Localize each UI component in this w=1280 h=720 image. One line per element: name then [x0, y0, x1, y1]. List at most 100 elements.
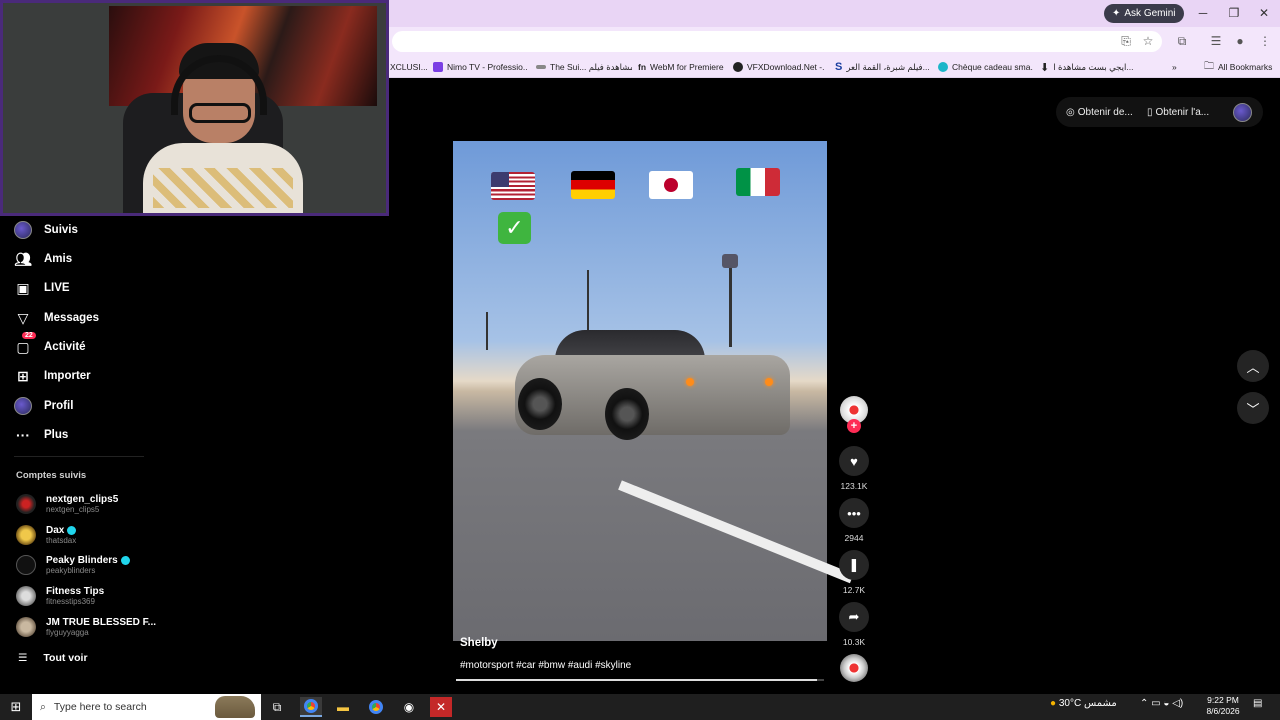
avatar	[16, 525, 36, 545]
account-name: Fitness Tips	[46, 586, 105, 597]
get-coins-label: Obtenir de...	[1077, 106, 1133, 118]
coin-icon: ◎	[1066, 106, 1075, 118]
get-app-button[interactable]: ▯ Obtenir l'a...	[1147, 105, 1209, 119]
followed-account[interactable]: nextgen_clips5 nextgen_clips5	[16, 491, 118, 517]
reading-list-icon[interactable]: ☰	[1208, 33, 1224, 49]
s-logo-icon: S	[835, 61, 843, 73]
bookmark-icon: ❚	[848, 557, 860, 572]
list-icon: ☰	[18, 652, 28, 664]
sidebar-item-activite[interactable]: ▢ 22 Activité	[14, 332, 86, 357]
bookmark-item[interactable]: ⬇ ايجي بست مشاهدة ا...	[1040, 60, 1135, 74]
followed-account[interactable]: Peaky Blinders peakyblinders	[16, 552, 130, 578]
bookmark-label: The Sui... مشاهدة فيلم	[550, 61, 632, 72]
activity-icon: ▢ 22	[14, 332, 36, 356]
previous-video-button[interactable]: ︿	[1237, 350, 1269, 382]
usa-flag-icon	[491, 172, 535, 200]
car-headlight	[765, 378, 773, 386]
taskbar-clock[interactable]: 9:22 PM 8/6/2026	[1200, 695, 1246, 717]
folder-icon: 🗀	[1204, 60, 1214, 72]
bookmark-item[interactable]: XCLUSI...	[390, 60, 430, 74]
follow-plus-icon[interactable]: +	[847, 419, 861, 433]
see-all-label: Tout voir	[43, 652, 88, 664]
comment-button[interactable]: •••	[839, 498, 869, 528]
bookmark-star-icon[interactable]: ☆	[1140, 33, 1156, 49]
followed-account[interactable]: Fitness Tips fitnesstips369	[16, 583, 104, 609]
glasses	[189, 103, 251, 123]
restore-icon[interactable]: ❐	[1226, 6, 1242, 20]
like-button[interactable]: ♥	[839, 446, 869, 476]
avatar	[16, 494, 36, 514]
all-bookmarks[interactable]: 🗀 All Bookmarks	[1204, 60, 1274, 74]
close-window-icon[interactable]: ✕	[1256, 6, 1272, 20]
minimize-icon[interactable]: ─	[1195, 6, 1211, 20]
fn-icon: fn	[638, 62, 647, 72]
browser-menu-icon[interactable]: ⋮	[1257, 33, 1273, 49]
site-icon	[536, 65, 546, 69]
avatar	[16, 555, 36, 575]
car-wheel	[605, 388, 649, 440]
account-handle: thatsdax	[46, 536, 77, 545]
sidebar-item-label: Importer	[44, 370, 91, 382]
more-bookmarks-icon[interactable]: »	[1172, 60, 1184, 74]
bookmark-item[interactable]: Chèque cadeau sma...	[938, 60, 1033, 74]
video-progress-bar[interactable]	[456, 679, 824, 681]
notification-icon[interactable]: ▤	[1253, 698, 1262, 709]
weather-widget[interactable]: ● 30°C مشمس	[1050, 698, 1117, 709]
sidebar-item-live[interactable]: ▣ LIVE	[14, 278, 70, 298]
chrome-app-icon[interactable]	[365, 697, 387, 717]
share-button[interactable]: ➦	[839, 602, 869, 632]
all-bookmarks-label: All Bookmarks	[1218, 62, 1273, 72]
address-bar[interactable]	[392, 31, 1162, 52]
sidebar-item-label: LIVE	[44, 282, 70, 294]
sidebar-item-plus[interactable]: ··· Plus	[14, 425, 68, 445]
save-count: 12.7K	[842, 585, 866, 595]
followed-account[interactable]: Dax thatsdax	[16, 522, 77, 548]
install-app-icon[interactable]: ⎘	[1118, 33, 1134, 49]
bookmark-item[interactable]: VFXDownload.Net -...	[733, 60, 825, 74]
browser-profile-icon[interactable]: ●	[1232, 33, 1248, 49]
get-coins-button[interactable]: ◎ Obtenir de...	[1066, 105, 1133, 119]
taskbar-search-input[interactable]	[53, 701, 204, 713]
bookmark-item[interactable]: Nimo TV - Professio...	[433, 60, 528, 74]
avatar	[16, 617, 36, 637]
gemini-sparkle-icon: ✦	[1112, 8, 1121, 19]
bookmark-label: فيلم شبرة، القمة العر...	[846, 61, 930, 72]
user-avatar[interactable]	[1233, 103, 1252, 122]
bookmark-item[interactable]: S فيلم شبرة، القمة العر...	[835, 60, 930, 74]
network-icon: ▭	[1151, 698, 1161, 709]
more-icon: ···	[16, 427, 30, 443]
germany-flag-icon	[571, 171, 615, 199]
sidebar-item-messages[interactable]: ▽ Messages	[14, 308, 99, 328]
tray-icons[interactable]: ⌃ ▭ ◒ ◁)	[1140, 698, 1183, 709]
file-explorer-icon[interactable]: ▬	[332, 697, 354, 717]
account-name: JM TRUE BLESSED F...	[46, 617, 157, 628]
obs-icon[interactable]: ◉	[398, 697, 420, 717]
chrome-app-icon[interactable]	[300, 697, 322, 717]
music-disc-icon[interactable]	[840, 654, 868, 682]
video-author[interactable]: Shelby	[460, 637, 498, 649]
screen: ✦ Ask Gemini ─ ❐ ✕ ⎘ ☆ ⧉ ☰ ● ⋮ XCLUSI...…	[0, 0, 1280, 720]
video-hashtags[interactable]: #motorsport #car #bmw #audi #skyline	[460, 660, 631, 671]
get-app-label: Obtenir l'a...	[1155, 106, 1210, 118]
app-icon[interactable]: ✕	[430, 697, 452, 717]
download-icon: ⬇	[1040, 61, 1050, 74]
bookmark-label: WebM for Premiere	[650, 62, 724, 72]
save-button[interactable]: ❚	[839, 550, 869, 580]
followed-accounts-title: Comptes suivis	[16, 470, 87, 481]
vfx-icon	[733, 62, 743, 72]
bookmark-item[interactable]: fn WebM for Premiere	[638, 60, 728, 74]
extensions-icon[interactable]: ⧉	[1174, 33, 1190, 49]
ask-gemini-button[interactable]: ✦ Ask Gemini	[1104, 4, 1184, 23]
bookmark-item[interactable]: The Sui... مشاهدة فيلم	[536, 60, 632, 74]
sidebar-item-suivis[interactable]: Suivis	[14, 220, 78, 240]
next-video-button[interactable]: ﹀	[1237, 392, 1269, 424]
sidebar-item-importer[interactable]: ⊞ Importer	[14, 366, 91, 386]
friends-icon: 👥︎	[14, 250, 32, 267]
followed-account[interactable]: JM TRUE BLESSED F... flyguyyagga	[16, 614, 156, 640]
sidebar-item-amis[interactable]: 👥︎ Amis	[14, 249, 72, 269]
sidebar-item-profil[interactable]: Profil	[14, 396, 73, 416]
gift-icon	[938, 62, 948, 72]
task-view-icon[interactable]: ⧉	[266, 697, 288, 717]
see-all-link[interactable]: ☰ Tout voir	[18, 650, 88, 666]
windows-start-icon[interactable]: ⊞	[8, 699, 24, 715]
